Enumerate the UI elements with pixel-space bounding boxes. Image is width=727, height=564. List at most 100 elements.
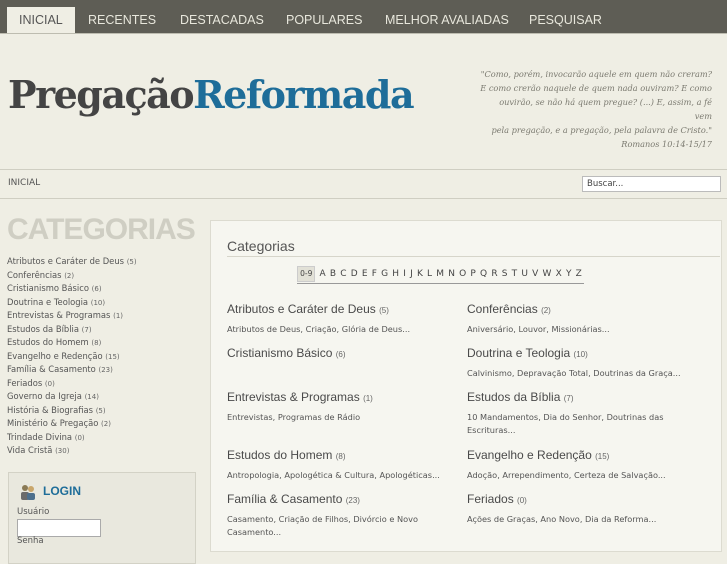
category-block: Atributos e Caráter de Deus (5) Atributo… (227, 302, 457, 336)
alphabet-letter[interactable]: N (446, 265, 457, 283)
category-block: Entrevistas & Programas (1) Entrevistas,… (227, 390, 457, 424)
tab-populares[interactable]: POPULARES (286, 0, 362, 33)
alphabet-letter[interactable]: 0-9 (297, 266, 316, 282)
username-label: Usuário (17, 507, 50, 517)
sidebar-item[interactable]: Evangelho e Redenção (15) (7, 351, 137, 365)
category-link[interactable]: Estudos do Homem (227, 448, 332, 462)
alphabet-letter[interactable]: T (510, 265, 520, 283)
sidebar-item-count: (14) (84, 393, 99, 401)
category-link[interactable]: Conferências (467, 302, 538, 316)
alphabet-letter[interactable]: L (425, 265, 434, 283)
category-block: Conferências (2) Aniversário, Louvor, Mi… (467, 302, 697, 336)
category-subtopics[interactable]: Adoção, Arrependimento, Certeza de Salva… (467, 469, 697, 482)
sidebar-item[interactable]: Estudos da Bíblia (7) (7, 324, 137, 338)
sidebar-category-list: Atributos e Caráter de Deus (5) Conferên… (7, 256, 137, 459)
quote-line: pela pregação, e a pregação, pela palavr… (491, 125, 712, 135)
category-count: (5) (379, 306, 389, 315)
category-link[interactable]: Doutrina e Teologia (467, 346, 570, 360)
nav-divider (0, 33, 727, 34)
category-link[interactable]: Família & Casamento (227, 492, 342, 506)
alphabet-letter[interactable]: Z (574, 265, 584, 283)
alphabet-letter[interactable]: D (349, 265, 360, 283)
alphabet-letter[interactable]: V (530, 265, 540, 283)
sidebar-item-label: História & Biografias (7, 404, 94, 415)
sidebar-item[interactable]: História & Biografias (5) (7, 405, 137, 419)
sidebar-item[interactable]: Atributos e Caráter de Deus (5) (7, 256, 137, 270)
sidebar-item-count: (23) (98, 366, 113, 374)
sidebar-item-count: (6) (91, 285, 102, 293)
sidebar-item-count: (1) (113, 312, 124, 320)
alphabet-letter[interactable]: U (519, 265, 530, 283)
sidebar-item-label: Conferências (7, 269, 62, 280)
sidebar-item[interactable]: Estudos do Homem (8) (7, 337, 137, 351)
alphabet-letter[interactable]: R (489, 265, 499, 283)
category-subtopics[interactable]: Antropologia, Apologética & Cultura, Apo… (227, 469, 457, 482)
breadcrumb[interactable]: INICIAL (8, 178, 40, 188)
sidebar-item[interactable]: Feriados (0) (7, 378, 137, 392)
category-subtopics[interactable]: Entrevistas, Programas de Rádio (227, 411, 457, 424)
alphabet-letter[interactable]: J (408, 265, 415, 283)
category-link[interactable]: Estudos da Bíblia (467, 390, 560, 404)
tab-inicial[interactable]: INICIAL (7, 7, 75, 33)
category-subtopics[interactable]: Casamento, Criação de Filhos, Divórcio e… (227, 513, 457, 539)
alphabet-letter[interactable]: W (540, 265, 553, 283)
category-subtopics[interactable]: Aniversário, Louvor, Missionárias... (467, 323, 697, 336)
sidebar-item[interactable]: Conferências (2) (7, 270, 137, 284)
sidebar-item[interactable]: Governo da Igreja (14) (7, 391, 137, 405)
alphabet-letter[interactable]: Q (478, 265, 489, 283)
sidebar-item[interactable]: Cristianismo Básico (6) (7, 283, 137, 297)
alphabet-letter[interactable]: H (390, 265, 401, 283)
sidebar-item-label: Feriados (7, 377, 43, 388)
alphabet-letter[interactable]: P (468, 265, 478, 283)
alphabet-letter[interactable]: K (415, 265, 425, 283)
alphabet-letter[interactable]: O (457, 265, 468, 283)
alphabet-letter[interactable]: S (500, 265, 510, 283)
category-block: Estudos do Homem (8) Antropologia, Apolo… (227, 448, 457, 482)
sidebar-item-label: Trindade Divina (7, 431, 73, 442)
sidebar-item[interactable]: Entrevistas & Programas (1) (7, 310, 137, 324)
tab-melhor-avaliadas[interactable]: MELHOR AVALIADAS (385, 0, 509, 33)
category-subtopics[interactable]: Calvinismo, Depravação Total, Doutrinas … (467, 367, 697, 380)
quote-reference: Romanos 10:14-15/17 (621, 139, 712, 149)
alphabet-letter[interactable]: A (317, 265, 327, 283)
category-block: Cristianismo Básico (6) (227, 346, 457, 360)
alphabet-letter[interactable]: M (434, 265, 446, 283)
sidebar-item[interactable]: Vida Cristã (30) (7, 445, 137, 459)
category-count: (8) (335, 452, 346, 461)
username-input[interactable] (17, 519, 101, 537)
sidebar-item-count: (2) (64, 271, 75, 280)
users-icon (21, 485, 35, 500)
category-link[interactable]: Entrevistas & Programas (227, 390, 360, 404)
alphabet-letter[interactable]: X (554, 265, 564, 283)
alphabet-letter[interactable]: B (328, 265, 338, 283)
category-link[interactable]: Atributos e Caráter de Deus (227, 302, 376, 316)
quote-line: "Como, porém, invocarão aquele em quem n… (480, 69, 712, 79)
site-logo[interactable]: PregaçãoReformada (8, 72, 415, 117)
sidebar-item-count: (15) (105, 352, 120, 361)
alphabet-letter[interactable]: E (360, 265, 370, 283)
search-input[interactable] (582, 176, 721, 192)
category-subtopics[interactable]: Atributos de Deus, Criação, Glória de De… (227, 323, 457, 336)
sidebar-item-label: Família & Casamento (7, 364, 96, 374)
quote-line: E como crerão naquele de quem nada ouvir… (480, 83, 712, 93)
category-link[interactable]: Cristianismo Básico (227, 346, 332, 360)
category-subtopics[interactable]: 10 Mandamentos, Dia do Senhor, Doutrinas… (467, 411, 697, 437)
tab-recentes[interactable]: RECENTES (88, 0, 156, 33)
sidebar-item[interactable]: Trindade Divina (0) (7, 432, 137, 446)
sidebar-item[interactable]: Família & Casamento (23) (7, 364, 137, 378)
category-subtopics[interactable]: Ações de Graças, Ano Novo, Dia da Reform… (467, 513, 697, 526)
page-title: Categorias (227, 238, 295, 254)
tab-pesquisar[interactable]: PESQUISAR (529, 0, 602, 33)
category-link[interactable]: Evangelho e Redenção (467, 448, 592, 462)
category-count: (10) (573, 350, 588, 359)
alphabet-letter[interactable]: F (370, 265, 379, 283)
category-link[interactable]: Feriados (467, 492, 514, 506)
alphabet-letter[interactable]: Y (564, 265, 574, 283)
tab-destacadas[interactable]: DESTACADAS (180, 0, 264, 33)
alphabet-letter[interactable]: G (379, 265, 390, 283)
alphabet-letter[interactable]: I (401, 265, 408, 283)
sidebar-item[interactable]: Ministério & Pregação (2) (7, 418, 137, 432)
sidebar-item-count: (10) (90, 298, 106, 307)
sidebar-item[interactable]: Doutrina e Teologia (10) (7, 297, 137, 311)
alphabet-letter[interactable]: C (338, 265, 348, 283)
